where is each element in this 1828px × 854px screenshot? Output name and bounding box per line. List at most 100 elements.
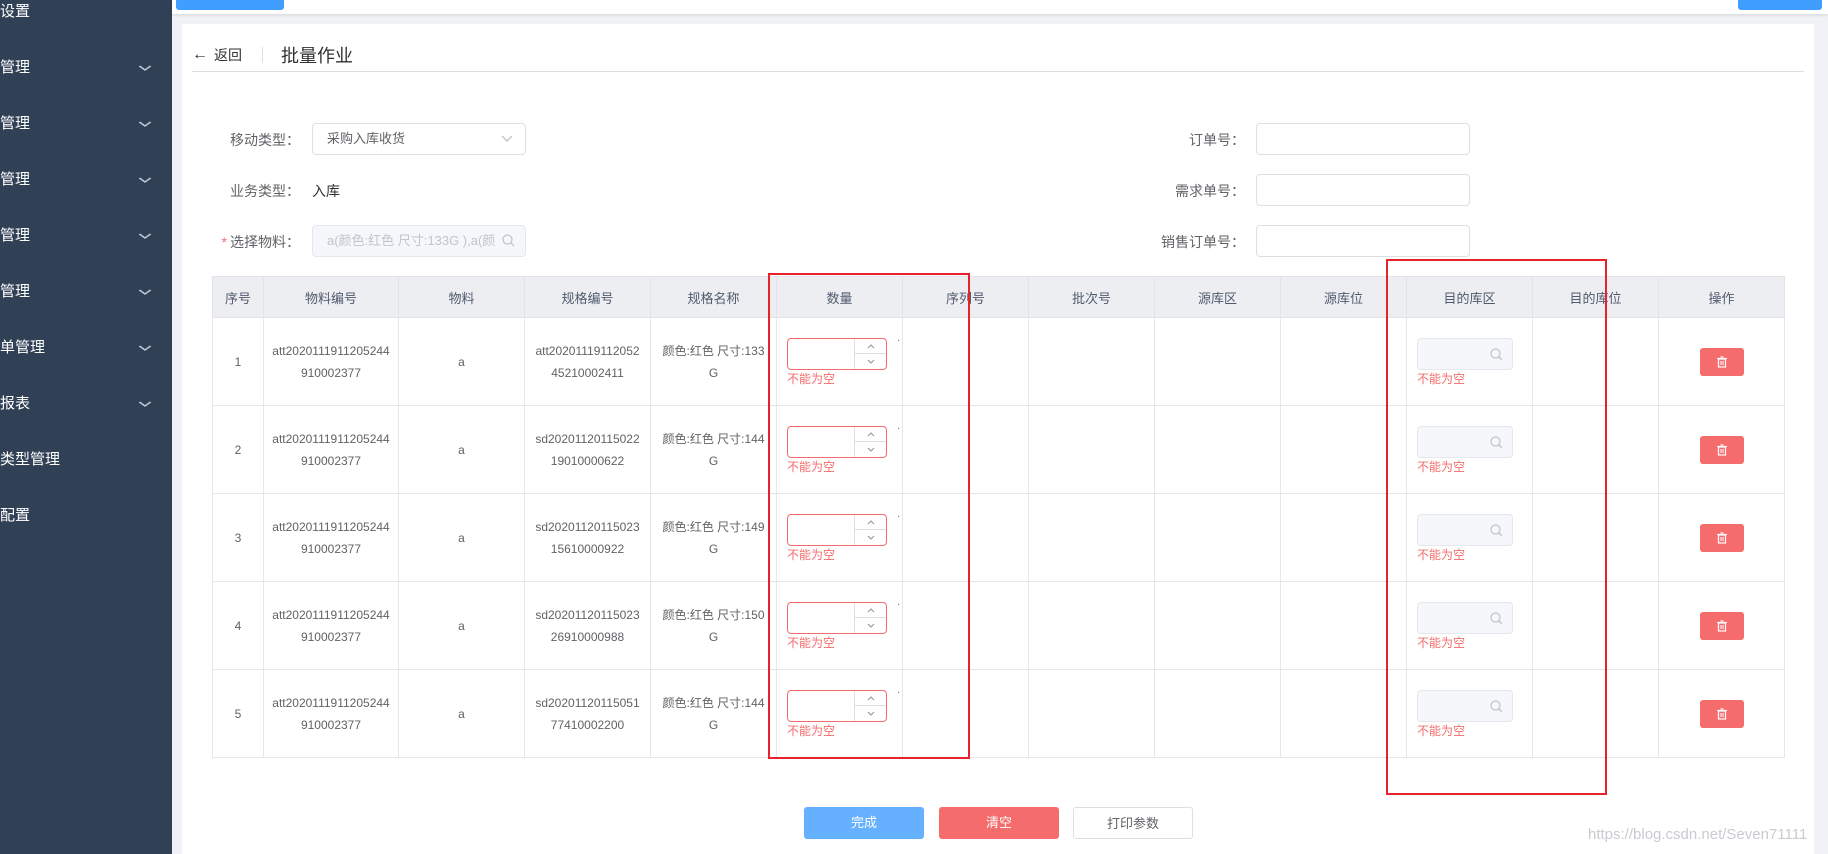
- delete-button[interactable]: [1699, 523, 1744, 552]
- cell-source-location: [1280, 405, 1407, 494]
- sidebar-item[interactable]: 管理: [0, 96, 172, 152]
- cell-batch-no: [1028, 317, 1155, 406]
- clear-button[interactable]: 清空: [939, 807, 1059, 839]
- chevron-down-icon[interactable]: [855, 706, 886, 721]
- sidebar-item[interactable]: 报表: [0, 376, 172, 432]
- search-icon: [1490, 699, 1503, 721]
- spec-no-text: sd2020112011502326910000988: [535, 607, 640, 644]
- target-area-input[interactable]: [1417, 337, 1513, 370]
- spec-no-text: sd2020112011502219010000622: [535, 431, 640, 468]
- sidebar-item[interactable]: 配置: [0, 488, 172, 544]
- cell-action: [1658, 581, 1785, 670]
- cell-row-index: 2: [212, 405, 264, 494]
- cell-source-area: [1154, 669, 1281, 758]
- cell-spec-no: sd2020112011502219010000622: [524, 405, 651, 494]
- cell-row-index: 1: [212, 317, 264, 406]
- target-area-input[interactable]: [1417, 601, 1513, 634]
- sidebar-item[interactable]: 管理: [0, 40, 172, 96]
- complete-button[interactable]: 完成: [804, 807, 924, 839]
- back-label: 返回: [214, 47, 242, 63]
- cell-target-location: [1532, 669, 1659, 758]
- cell-material-name: a: [398, 669, 525, 758]
- cell-target-area: 不能为空: [1406, 405, 1533, 494]
- chevron-down-icon[interactable]: [855, 354, 886, 369]
- quantity-stepper[interactable]: [787, 425, 887, 458]
- demand-no-label: 需求单号：: [1175, 183, 1245, 199]
- cell-target-area: 不能为空: [1406, 317, 1533, 406]
- quantity-stepper[interactable]: [787, 513, 887, 546]
- sidebar-item-label: 报表: [0, 395, 31, 412]
- sidebar-item-label: 设置: [0, 3, 31, 20]
- cell-material-name: a: [398, 493, 525, 582]
- top-right-button[interactable]: [1738, 0, 1822, 10]
- sidebar-item-label: 管理: [0, 59, 31, 76]
- table-row: 1 att2020111911205244910002377 a att2020111…: [212, 317, 1785, 406]
- sidebar-item[interactable]: 管理: [0, 208, 172, 264]
- target-area-input[interactable]: [1417, 513, 1513, 546]
- sidebar-item[interactable]: 管理: [0, 152, 172, 208]
- stray-dot: .: [897, 421, 900, 432]
- table-header-cell: 序列号: [902, 276, 1029, 318]
- cell-source-location: [1280, 317, 1407, 406]
- move-type-select[interactable]: 采购入库收货: [312, 123, 526, 155]
- cell-action: [1658, 493, 1785, 582]
- chevron-down-icon[interactable]: [855, 618, 886, 633]
- material-label-text: 选择物料：: [230, 234, 300, 250]
- row-index-text: 2: [234, 442, 242, 457]
- error-message: 不能为空: [1417, 635, 1466, 650]
- delete-button[interactable]: [1699, 699, 1744, 728]
- error-message: 不能为空: [787, 723, 836, 738]
- quantity-stepper[interactable]: [787, 601, 887, 634]
- sidebar-item-label: 管理: [0, 283, 31, 300]
- cell-quantity: 不能为空.: [776, 493, 903, 582]
- cell-batch-no: [1028, 669, 1155, 758]
- error-message: 不能为空: [1417, 371, 1466, 386]
- cell-action: [1658, 669, 1785, 758]
- target-area-input[interactable]: [1417, 425, 1513, 458]
- sales-order-no-input[interactable]: [1256, 225, 1470, 257]
- row-index-text: 4: [234, 618, 242, 633]
- spec-name-text: 颜色:红色 尺寸:144G: [662, 695, 765, 732]
- cell-target-location: [1532, 581, 1659, 670]
- top-left-button[interactable]: [176, 0, 284, 10]
- delete-button[interactable]: [1699, 611, 1744, 640]
- sidebar-item[interactable]: 管理: [0, 264, 172, 320]
- chevron-up-icon[interactable]: [855, 427, 886, 442]
- sidebar-item[interactable]: 设置: [0, 0, 172, 40]
- header-divider: [262, 47, 263, 63]
- delete-button[interactable]: [1699, 347, 1744, 376]
- delete-button[interactable]: [1699, 435, 1744, 464]
- quantity-stepper[interactable]: [787, 689, 887, 722]
- target-area-input[interactable]: [1417, 689, 1513, 722]
- sidebar-item[interactable]: 类型管理: [0, 432, 172, 488]
- cell-row-index: 5: [212, 669, 264, 758]
- search-icon: [1490, 435, 1503, 457]
- order-no-input[interactable]: [1256, 123, 1470, 155]
- material-select-input[interactable]: a(颜色:红色 尺寸:133G ),a(颜: [312, 225, 526, 257]
- error-message: 不能为空: [1417, 459, 1466, 474]
- table-row: 4 att2020111911205244910002377 a sd20201120…: [212, 581, 1785, 670]
- chevron-up-icon[interactable]: [855, 515, 886, 530]
- sidebar-item[interactable]: 单管理: [0, 320, 172, 376]
- cell-spec-name: 颜色:红色 尺寸:150G: [650, 581, 777, 670]
- row-index-text: 5: [234, 706, 242, 721]
- cell-serial-no: [902, 493, 1029, 582]
- print-params-button[interactable]: 打印参数: [1073, 807, 1193, 839]
- back-button[interactable]: ← 返回: [192, 45, 242, 65]
- cell-source-area: [1154, 405, 1281, 494]
- cell-spec-name: 颜色:红色 尺寸:144G: [650, 669, 777, 758]
- sidebar-item-label: 管理: [0, 115, 31, 132]
- demand-no-input[interactable]: [1256, 174, 1470, 206]
- table-row: 3 att2020111911205244910002377 a sd20201120…: [212, 493, 1785, 582]
- cell-spec-no: sd2020112011502326910000988: [524, 581, 651, 670]
- chevron-up-icon[interactable]: [855, 603, 886, 618]
- move-type-value: 采购入库收货: [327, 131, 406, 146]
- quantity-stepper[interactable]: [787, 337, 887, 370]
- chevron-down-icon[interactable]: [855, 530, 886, 545]
- table-header-cell: 源库区: [1154, 276, 1281, 318]
- chevron-down-icon[interactable]: [855, 442, 886, 457]
- table-body: 1 att2020111911205244910002377 a att2020111…: [212, 317, 1785, 758]
- chevron-up-icon[interactable]: [855, 691, 886, 706]
- chevron-up-icon[interactable]: [855, 339, 886, 354]
- material-name-text: a: [458, 442, 465, 457]
